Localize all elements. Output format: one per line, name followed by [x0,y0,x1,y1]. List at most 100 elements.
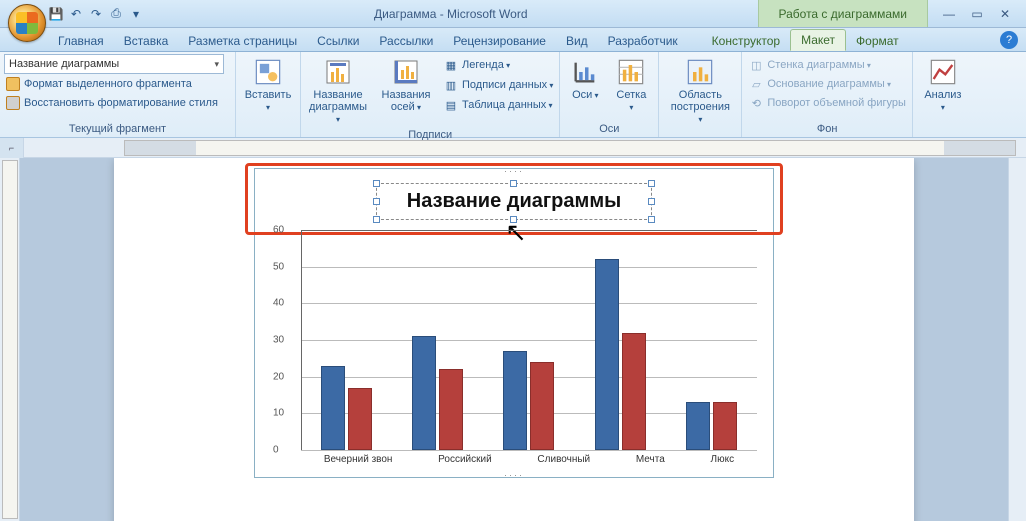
context-title: Работа с диаграммами [758,0,929,27]
restore-button[interactable]: ▭ [966,5,988,23]
tab-layout[interactable]: Макет [790,29,846,51]
tab-mailings[interactable]: Рассылки [369,31,443,51]
group-analysis: Анализ [913,52,973,137]
chart-title-text[interactable]: Название диаграммы [407,190,621,212]
help-icon[interactable]: ? [1000,31,1018,49]
title-bar: 💾 ↶ ↷ ⎙ ▾ Диаграмма - Microsoft Word Раб… [0,0,1026,28]
chart-floor-label: Основание диаграммы [767,78,891,90]
chart-element-selector[interactable]: Название диаграммы [4,54,224,74]
data-table-button[interactable]: ▤Таблица данных [441,96,555,114]
bar-group [686,230,737,450]
chart-element-selector-value: Название диаграммы [9,58,119,70]
reset-style-label: Восстановить форматирование стиля [24,97,218,109]
redo-icon[interactable]: ↷ [88,6,104,22]
document-workspace: Название диаграммы ↖ 0102030405060 Вечер… [0,158,1026,521]
bar[interactable] [348,388,372,450]
y-tick-label: 10 [273,408,284,419]
save-icon[interactable]: 💾 [48,6,64,22]
format-selection-icon [6,77,20,91]
ribbon-tabs: Главная Вставка Разметка страницы Ссылки… [0,28,1026,52]
chart-wall-button: ◫Стенка диаграммы [746,56,908,74]
tab-design[interactable]: Конструктор [702,31,790,51]
insert-label: Вставить [245,89,292,113]
x-tick-label: Российский [438,454,492,465]
y-tick-label: 20 [273,371,284,382]
chart-wall-icon: ◫ [748,57,764,73]
document-area[interactable]: Название диаграммы ↖ 0102030405060 Вечер… [20,158,1008,521]
data-labels-icon: ▥ [443,77,459,93]
legend-button[interactable]: ▦Легенда [441,56,555,74]
gridlines-button[interactable]: Сетка [608,54,654,116]
close-button[interactable]: ✕ [994,5,1016,23]
undo-icon[interactable]: ↶ [68,6,84,22]
insert-button[interactable]: Вставить [240,54,296,116]
reset-style-button[interactable]: Восстановить форматирование стиля [4,94,231,112]
bar-group [595,230,646,450]
ruler-row: ⌐ [0,138,1026,158]
ribbon: Название диаграммы Формат выделенного фр… [0,52,1026,138]
tab-review[interactable]: Рецензирование [443,31,556,51]
data-labels-button[interactable]: ▥Подписи данных [441,76,555,94]
bar[interactable] [595,259,619,450]
plot-area-button[interactable]: Область построения [663,54,737,128]
bar[interactable] [503,351,527,450]
bar[interactable] [713,402,737,450]
minimize-button[interactable]: — [938,5,960,23]
chart-wall-label: Стенка диаграммы [767,59,871,71]
tab-home[interactable]: Главная [48,31,114,51]
bars-container [301,230,757,450]
bar[interactable] [321,366,345,450]
group-axes: Оси Сетка Оси [560,52,659,137]
ruler-corner[interactable]: ⌐ [0,138,24,158]
axis-titles-icon [391,57,421,87]
axis-titles-label: Названия осей [379,89,433,113]
chart-plot-area[interactable]: 0102030405060 [301,230,757,450]
tab-developer[interactable]: Разработчик [598,31,688,51]
data-labels-label: Подписи данных [462,79,553,91]
chart-floor-icon: ▱ [748,76,764,92]
print-icon[interactable]: ⎙ [108,6,124,22]
axis-titles-button[interactable]: Названия осей [373,54,439,116]
bar[interactable] [686,402,710,450]
window-controls: — ▭ ✕ [928,5,1026,23]
bar[interactable] [622,333,646,450]
reset-style-icon [6,96,20,110]
analysis-label: Анализ [923,89,963,113]
vertical-scrollbar[interactable] [1008,158,1026,521]
group-insert: Вставить [236,52,301,137]
tab-view[interactable]: Вид [556,31,598,51]
tab-format[interactable]: Формат [846,31,909,51]
horizontal-ruler[interactable] [124,140,1016,156]
chart-title-box[interactable]: Название диаграммы [376,183,652,220]
legend-icon: ▦ [443,57,459,73]
tab-insert[interactable]: Вставка [114,31,179,51]
data-table-label: Таблица данных [462,99,553,111]
group-background: ◫Стенка диаграммы ▱Основание диаграммы ⟲… [742,52,913,137]
office-button[interactable] [8,4,46,42]
axes-icon [570,57,600,87]
tab-page-layout[interactable]: Разметка страницы [178,31,307,51]
qat-more-icon[interactable]: ▾ [128,6,144,22]
chart-x-labels: Вечерний звонРоссийскийСливочныйМечтаЛюк… [301,454,757,465]
y-tick-label: 40 [273,298,284,309]
chart-object[interactable]: Название диаграммы ↖ 0102030405060 Вечер… [254,168,774,478]
format-selection-label: Формат выделенного фрагмента [24,78,192,90]
rotation-3d-button: ⟲Поворот объемной фигуры [746,94,908,112]
x-tick-label: Вечерний звон [324,454,393,465]
chart-floor-button: ▱Основание диаграммы [746,75,908,93]
bar[interactable] [530,362,554,450]
bar[interactable] [412,336,436,450]
analysis-button[interactable]: Анализ [917,54,969,116]
legend-label: Легенда [462,59,510,71]
gridlines-icon [616,57,646,87]
vertical-ruler[interactable] [0,158,20,521]
chart-title-button[interactable]: Название диаграммы [305,54,371,128]
axes-button[interactable]: Оси [564,54,606,104]
tab-references[interactable]: Ссылки [307,31,369,51]
rotation-3d-icon: ⟲ [748,95,764,111]
x-tick-label: Люкс [711,454,735,465]
gridline [301,450,757,451]
format-selection-button[interactable]: Формат выделенного фрагмента [4,75,231,93]
data-table-icon: ▤ [443,97,459,113]
bar[interactable] [439,369,463,450]
